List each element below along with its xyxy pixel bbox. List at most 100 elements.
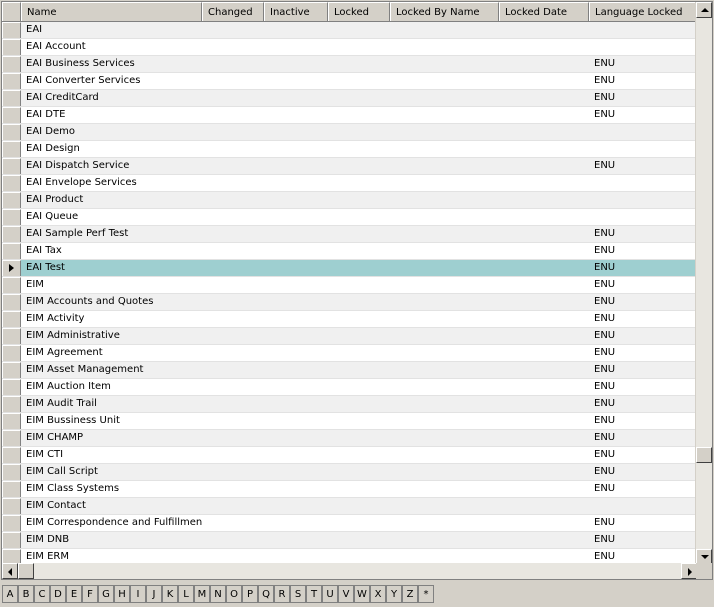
row-selector[interactable] bbox=[2, 498, 21, 514]
row-selector[interactable] bbox=[2, 464, 21, 480]
cell-locked[interactable] bbox=[328, 107, 390, 123]
cell-name[interactable]: EAI bbox=[21, 22, 202, 38]
cell-locked-date[interactable] bbox=[499, 209, 589, 225]
row-selector[interactable] bbox=[2, 73, 21, 89]
cell-locked-by-name[interactable] bbox=[390, 226, 499, 242]
cell-language-locked[interactable]: ENU bbox=[589, 515, 697, 531]
alphabet-filter-l[interactable]: L bbox=[178, 585, 194, 603]
cell-language-locked[interactable]: ENU bbox=[589, 260, 697, 276]
alphabet-filter-u[interactable]: U bbox=[322, 585, 338, 603]
alphabet-filter-v[interactable]: V bbox=[338, 585, 354, 603]
cell-locked[interactable] bbox=[328, 73, 390, 89]
cell-inactive[interactable] bbox=[264, 413, 328, 429]
cell-changed[interactable] bbox=[202, 413, 264, 429]
cell-locked[interactable] bbox=[328, 362, 390, 378]
cell-language-locked[interactable]: ENU bbox=[589, 532, 697, 548]
row-selector[interactable] bbox=[2, 192, 21, 208]
cell-changed[interactable] bbox=[202, 243, 264, 259]
cell-locked-by-name[interactable] bbox=[390, 396, 499, 412]
row-selector[interactable] bbox=[2, 515, 21, 531]
alphabet-filter-e[interactable]: E bbox=[66, 585, 82, 603]
cell-changed[interactable] bbox=[202, 158, 264, 174]
cell-changed[interactable] bbox=[202, 311, 264, 327]
alphabet-filter-i[interactable]: I bbox=[130, 585, 146, 603]
table-row[interactable]: EAI Sample Perf Test ENU bbox=[2, 226, 697, 243]
cell-inactive[interactable] bbox=[264, 260, 328, 276]
scroll-left-button[interactable] bbox=[2, 563, 18, 579]
cell-language-locked[interactable]: ENU bbox=[589, 362, 697, 378]
cell-language-locked[interactable]: ENU bbox=[589, 243, 697, 259]
cell-locked-by-name[interactable] bbox=[390, 328, 499, 344]
alphabet-filter-m[interactable]: M bbox=[194, 585, 210, 603]
cell-changed[interactable] bbox=[202, 39, 264, 55]
cell-locked-date[interactable] bbox=[499, 464, 589, 480]
cell-locked-by-name[interactable] bbox=[390, 73, 499, 89]
table-row[interactable]: EAI Demo bbox=[2, 124, 697, 141]
alphabet-filter-q[interactable]: Q bbox=[258, 585, 274, 603]
cell-language-locked[interactable]: ENU bbox=[589, 73, 697, 89]
cell-changed[interactable] bbox=[202, 209, 264, 225]
cell-locked-by-name[interactable] bbox=[390, 209, 499, 225]
alphabet-filter-k[interactable]: K bbox=[162, 585, 178, 603]
cell-language-locked[interactable] bbox=[589, 175, 697, 191]
cell-locked-date[interactable] bbox=[499, 243, 589, 259]
alphabet-filter-b[interactable]: B bbox=[18, 585, 34, 603]
cell-name[interactable]: EIM Contact bbox=[21, 498, 202, 514]
cell-locked-by-name[interactable] bbox=[390, 141, 499, 157]
row-selector[interactable] bbox=[2, 158, 21, 174]
cell-locked-date[interactable] bbox=[499, 277, 589, 293]
cell-locked[interactable] bbox=[328, 532, 390, 548]
cell-language-locked[interactable]: ENU bbox=[589, 345, 697, 361]
cell-locked[interactable] bbox=[328, 396, 390, 412]
cell-name[interactable]: EAI DTE bbox=[21, 107, 202, 123]
cell-inactive[interactable] bbox=[264, 532, 328, 548]
row-selector[interactable] bbox=[2, 277, 21, 293]
cell-locked[interactable] bbox=[328, 175, 390, 191]
cell-changed[interactable] bbox=[202, 481, 264, 497]
horizontal-scroll-thumb[interactable] bbox=[18, 563, 34, 579]
cell-locked-by-name[interactable] bbox=[390, 22, 499, 38]
row-selector[interactable] bbox=[2, 90, 21, 106]
cell-language-locked[interactable] bbox=[589, 39, 697, 55]
column-header-inactive[interactable]: Inactive bbox=[264, 2, 328, 21]
alphabet-filter-t[interactable]: T bbox=[306, 585, 322, 603]
cell-name[interactable]: EAI Design bbox=[21, 141, 202, 157]
cell-inactive[interactable] bbox=[264, 481, 328, 497]
cell-locked-date[interactable] bbox=[499, 192, 589, 208]
cell-locked[interactable] bbox=[328, 345, 390, 361]
cell-changed[interactable] bbox=[202, 141, 264, 157]
cell-changed[interactable] bbox=[202, 430, 264, 446]
row-selector[interactable] bbox=[2, 22, 21, 38]
cell-locked-date[interactable] bbox=[499, 226, 589, 242]
table-row[interactable]: EIM Contact bbox=[2, 498, 697, 515]
cell-inactive[interactable] bbox=[264, 175, 328, 191]
column-header-locked[interactable]: Locked bbox=[328, 2, 390, 21]
horizontal-scrollbar[interactable] bbox=[2, 563, 697, 579]
cell-language-locked[interactable]: ENU bbox=[589, 158, 697, 174]
row-selector[interactable] bbox=[2, 39, 21, 55]
cell-locked[interactable] bbox=[328, 158, 390, 174]
row-selector[interactable] bbox=[2, 532, 21, 548]
cell-inactive[interactable] bbox=[264, 396, 328, 412]
cell-changed[interactable] bbox=[202, 260, 264, 276]
row-selector[interactable] bbox=[2, 260, 21, 276]
table-row[interactable]: EIM Auction Item ENU bbox=[2, 379, 697, 396]
cell-language-locked[interactable] bbox=[589, 22, 697, 38]
cell-inactive[interactable] bbox=[264, 277, 328, 293]
alphabet-filter-r[interactable]: R bbox=[274, 585, 290, 603]
cell-locked-by-name[interactable] bbox=[390, 294, 499, 310]
table-row[interactable]: EAI Queue bbox=[2, 209, 697, 226]
cell-inactive[interactable] bbox=[264, 294, 328, 310]
row-selector[interactable] bbox=[2, 481, 21, 497]
cell-inactive[interactable] bbox=[264, 243, 328, 259]
cell-inactive[interactable] bbox=[264, 192, 328, 208]
row-selector[interactable] bbox=[2, 430, 21, 446]
scroll-up-button[interactable] bbox=[696, 2, 712, 18]
column-header-locked-date[interactable]: Locked Date bbox=[499, 2, 589, 21]
cell-name[interactable]: EAI Dispatch Service bbox=[21, 158, 202, 174]
row-selector[interactable] bbox=[2, 209, 21, 225]
alphabet-filter-j[interactable]: J bbox=[146, 585, 162, 603]
cell-language-locked[interactable] bbox=[589, 124, 697, 140]
cell-changed[interactable] bbox=[202, 192, 264, 208]
scroll-right-button[interactable] bbox=[681, 563, 697, 579]
